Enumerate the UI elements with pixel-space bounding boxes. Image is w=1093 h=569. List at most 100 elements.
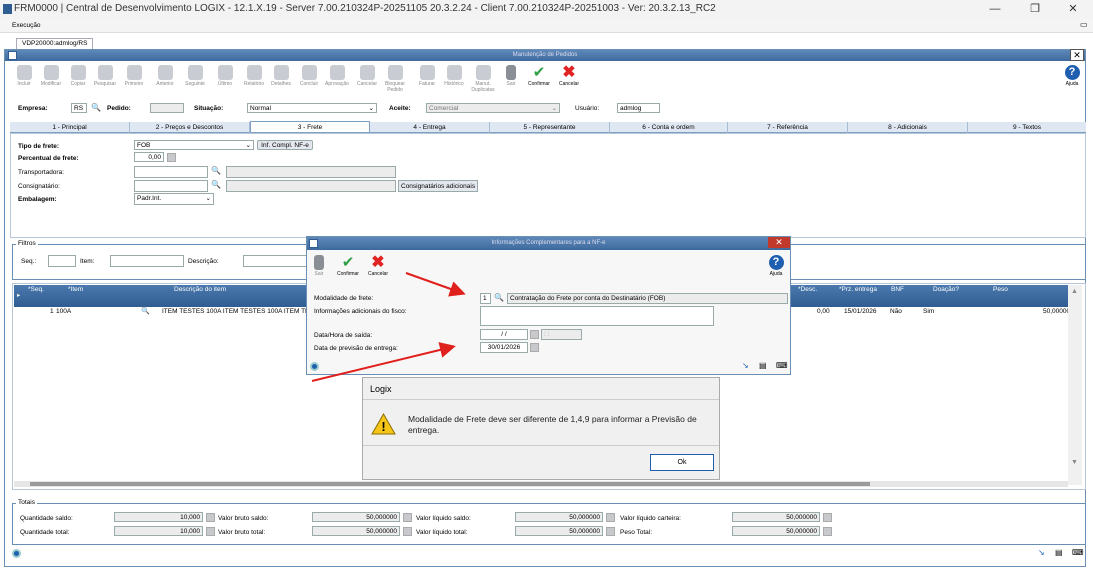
pedido-field[interactable] [150,103,184,113]
scroll-thumb[interactable] [30,482,870,486]
item-search-icon[interactable]: 🔍 [141,307,150,315]
calculator-icon[interactable] [167,153,176,162]
seq-filter-field[interactable] [48,255,76,267]
scroll-down-icon: ▼ [1071,459,1078,466]
primeiro-button[interactable]: Primeiro [122,65,146,87]
col-descricao[interactable]: Descrição do item [174,286,226,293]
modalidade-search-icon[interactable]: 🔍 [494,293,504,302]
col-doacao[interactable]: Doação? [933,286,959,293]
bloquear-pedido-button[interactable]: Bloquear Pedido [383,65,407,93]
minimize-icon[interactable]: — [975,0,1015,19]
manut-duplicatas-button[interactable]: Manut. Duplicatas [471,65,495,93]
concluir-button[interactable]: Concluir [297,65,321,87]
aprovacao-button[interactable]: Aprovação [325,65,349,87]
tab-frete[interactable]: 3 - Frete [250,121,370,133]
tipo-frete-select[interactable]: FOB ⌄ [134,140,254,150]
cancelar-button[interactable]: ✖ Cancelar [557,65,581,88]
transportadora-search-icon[interactable]: 🔍 [211,166,221,175]
calendar-icon[interactable] [530,330,539,339]
print-icon[interactable]: ▤ [759,361,767,370]
vertical-scrollbar[interactable]: ▲ ▼ [1068,285,1082,485]
totais-title: Totais [16,499,37,506]
document-tab[interactable]: VDP20000:admlog/RS [16,38,94,49]
transportadora-field[interactable] [134,166,208,178]
col-item[interactable]: *Item [68,286,83,293]
consignatario-field[interactable] [134,180,208,192]
calc-icon[interactable] [606,513,615,522]
consignatario-label: Consignatário: [18,183,60,190]
calc-icon[interactable] [206,527,215,536]
bruto-total-field: 50,000000 [312,526,400,536]
saida-data-field[interactable]: / / [480,329,528,340]
maximize-icon[interactable]: ❐ [1015,0,1055,19]
calc-icon[interactable] [206,513,215,522]
empresa-field[interactable]: RS [71,103,87,113]
detalhes-button[interactable]: Detalhes [269,65,293,87]
pesquisar-button[interactable]: Pesquisar [93,65,117,87]
close-icon[interactable]: ✕ [1053,0,1093,19]
col-prz-entrega[interactable]: *Prz. entrega [839,286,877,293]
relatorio-button[interactable]: Relatório [242,65,266,87]
tab-precos[interactable]: 2 - Preços e Descontos [130,122,250,133]
historico-button[interactable]: Histórico [442,65,466,87]
modificar-button[interactable]: Modificar [39,65,63,87]
consignatarios-adicionais-button[interactable]: Consignatários adicionais [398,180,478,192]
keyboard-icon[interactable]: ⌨ [776,361,788,370]
info-fisco-field[interactable] [480,306,714,326]
col-peso[interactable]: Peso [993,286,1008,293]
tab-adicionais[interactable]: 8 - Adicionais [848,122,968,133]
ok-button[interactable]: Ok [650,454,714,471]
collapse-icon[interactable]: ▭ [1080,20,1088,29]
col-desc[interactable]: *Desc. [798,286,817,293]
tab-principal[interactable]: 1 - Principal [10,122,130,133]
faturar-button[interactable]: Faturar [415,65,439,87]
previsao-field[interactable]: 30/01/2026 [480,342,528,353]
usuario-field[interactable]: admlog [617,103,660,113]
consignatario-search-icon[interactable]: 🔍 [211,180,221,189]
empresa-search-icon[interactable]: 🔍 [91,103,101,112]
form-close-icon[interactable]: ✕ [1070,49,1084,61]
tab-representante[interactable]: 5 - Representante [490,122,610,133]
link-icon[interactable]: ↘ [1038,548,1045,557]
inf-compl-nfe-button[interactable]: Inf. Compl. NF-e [257,140,313,150]
tab-referencia[interactable]: 7 - Referência [728,122,848,133]
link-icon[interactable]: ↘ [742,361,749,370]
percentual-frete-field[interactable]: 0,00 [134,152,164,162]
dialog-ajuda-button[interactable]: ? Ajuda [764,255,788,277]
cancelar-pedido-button[interactable]: Cancelar [355,65,379,87]
calc-icon[interactable] [823,527,832,536]
col-seq[interactable]: *Seq. [28,286,44,293]
arrow-to-modalidade [405,272,466,297]
sair-button[interactable]: Sair [499,65,523,87]
tab-entrega[interactable]: 4 - Entrega [370,122,490,133]
aceite-select[interactable]: Comercial ⌄ [426,103,560,113]
item-filter-field[interactable] [110,255,184,267]
ajuda-button[interactable]: ? Ajuda [1060,65,1084,87]
calc-icon[interactable] [403,513,412,522]
seguinte-button[interactable]: Seguinte [183,65,207,87]
dialog-close-icon[interactable]: ✕ [768,237,790,248]
saida-hora-field[interactable]: : : [541,329,582,340]
qtd-saldo-label: Quantidade saldo: [20,515,73,522]
keyboard-icon[interactable]: ⌨ [1072,548,1084,557]
confirmar-button[interactable]: ✔ Confirmar [527,65,551,87]
embalagem-select[interactable]: Padr.Int. ⌄ [134,193,214,205]
col-bnf[interactable]: BNF [891,286,904,293]
warning-icon: ! [371,413,396,435]
calc-icon[interactable] [403,527,412,536]
descricao-filter-field[interactable] [243,255,308,267]
incluir-button[interactable]: Incluir [12,65,36,87]
tab-conta-ordem[interactable]: 6 - Conta e ordem [610,122,728,133]
situacao-select[interactable]: Normal ⌄ [247,103,377,113]
tab-textos[interactable]: 9 - Textos [968,122,1086,133]
anterior-button[interactable]: Anterior [153,65,177,87]
copiar-button[interactable]: Copiar [66,65,90,87]
modalidade-field[interactable]: 1 [480,293,491,304]
ultimo-button[interactable]: Último [213,65,237,87]
calc-icon[interactable] [606,527,615,536]
calendar-icon[interactable] [530,343,539,352]
menu-execucao[interactable]: Execução [12,22,41,29]
calc-icon[interactable] [823,513,832,522]
print-icon[interactable]: ▤ [1055,548,1063,557]
horizontal-scrollbar[interactable] [14,481,1068,487]
